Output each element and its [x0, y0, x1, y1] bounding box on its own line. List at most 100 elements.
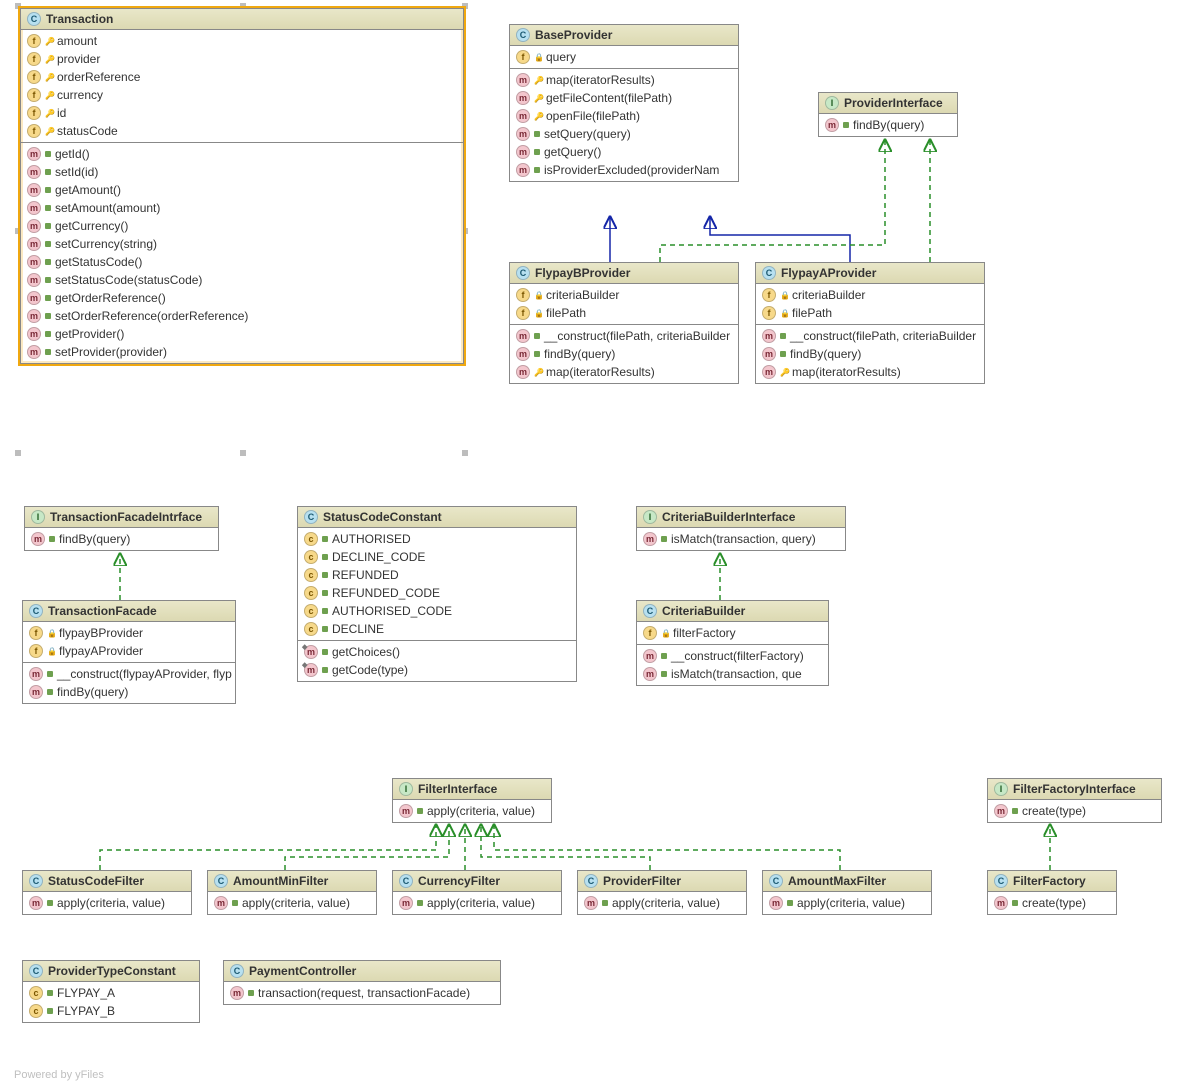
method-icon: m [27, 219, 41, 233]
field-row: f🔑id [21, 104, 463, 122]
constant-icon: c [304, 532, 318, 546]
class-title: FilterInterface [418, 782, 497, 796]
lock-icon: 🔒 [47, 629, 55, 637]
field-list: f🔑amount f🔑provider f🔑orderReference f🔑c… [21, 30, 463, 142]
field-row: f🔑amount [21, 32, 463, 50]
method-row: msetProvider(provider) [21, 343, 463, 361]
field-icon: f [516, 306, 530, 320]
public-icon [322, 608, 328, 614]
class-title: ProviderFilter [603, 874, 681, 888]
class-provider-filter[interactable]: CProviderFilter mapply(criteria, value) [577, 870, 747, 915]
class-icon: C [214, 874, 228, 888]
method-icon: m [516, 329, 530, 343]
method-icon: m [516, 163, 530, 177]
class-amount-min-filter[interactable]: CAmountMinFilter mapply(criteria, value) [207, 870, 377, 915]
constant-icon: c [29, 986, 43, 1000]
public-icon [780, 351, 786, 357]
interface-transaction-facade[interactable]: ITransactionFacadeIntrface mfindBy(query… [24, 506, 219, 551]
public-icon [661, 653, 667, 659]
field-icon: f [27, 124, 41, 138]
interface-criteria-builder[interactable]: ICriteriaBuilderInterface misMatch(trans… [636, 506, 846, 551]
public-icon [322, 536, 328, 542]
class-criteria-builder[interactable]: CCriteriaBuilder f🔒filterFactory m__cons… [636, 600, 829, 686]
field-row: f🔑orderReference [21, 68, 463, 86]
class-title: FilterFactory [1013, 874, 1086, 888]
method-icon: m [27, 255, 41, 269]
public-icon [49, 536, 55, 542]
lock-icon: 🔒 [534, 53, 542, 61]
key-icon: 🔑 [45, 127, 53, 135]
class-title: CriteriaBuilder [662, 604, 745, 618]
public-icon [780, 333, 786, 339]
public-icon [45, 295, 51, 301]
field-row: f🔑provider [21, 50, 463, 68]
class-base-provider[interactable]: CBaseProvider f🔒query m🔑map(iteratorResu… [509, 24, 739, 182]
interface-provider-interface[interactable]: IProviderInterface mfindBy(query) [818, 92, 958, 137]
lock-icon: 🔒 [780, 309, 788, 317]
public-icon [787, 900, 793, 906]
interface-filter[interactable]: IFilterInterface mapply(criteria, value) [392, 778, 552, 823]
class-icon: C [516, 28, 530, 42]
class-filter-factory[interactable]: CFilterFactory mcreate(type) [987, 870, 1117, 915]
key-icon: 🔑 [45, 73, 53, 81]
public-icon [47, 689, 53, 695]
interface-icon: I [31, 510, 45, 524]
class-flypay-a-provider[interactable]: CFlypayAProvider f🔒criteriaBuilder f🔒fil… [755, 262, 985, 384]
method-icon: m [994, 804, 1008, 818]
key-icon: 🔑 [534, 94, 542, 102]
class-transaction-facade[interactable]: CTransactionFacade f🔒flypayBProvider f🔒f… [22, 600, 236, 704]
key-icon: 🔑 [534, 368, 542, 376]
public-icon [534, 131, 540, 137]
class-payment-controller[interactable]: CPaymentController mtransaction(request,… [223, 960, 501, 1005]
interface-icon: I [994, 782, 1008, 796]
uml-canvas[interactable]: CTransaction f🔑amount f🔑provider f🔑order… [0, 0, 1179, 1085]
selection-handle [15, 450, 21, 456]
class-title: FlypayAProvider [781, 266, 876, 280]
class-icon: C [762, 266, 776, 280]
method-row: mgetAmount() [21, 181, 463, 199]
method-icon: m [762, 365, 776, 379]
class-status-code-constant[interactable]: CStatusCodeConstant cAUTHORISED cDECLINE… [297, 506, 577, 682]
method-icon: m [516, 365, 530, 379]
interface-icon: I [399, 782, 413, 796]
class-currency-filter[interactable]: CCurrencyFilter mapply(criteria, value) [392, 870, 562, 915]
class-provider-type-constant[interactable]: CProviderTypeConstant cFLYPAY_A cFLYPAY_… [22, 960, 200, 1023]
method-list: mgetId() msetId(id) mgetAmount() msetAmo… [21, 142, 463, 363]
class-icon: C [643, 604, 657, 618]
static-method-icon: m◆ [304, 645, 318, 659]
method-row: msetId(id) [21, 163, 463, 181]
method-icon: m [27, 273, 41, 287]
footer-watermark: Powered by yFiles [14, 1069, 104, 1081]
public-icon [322, 554, 328, 560]
class-flypay-b-provider[interactable]: CFlypayBProvider f🔒criteriaBuilder f🔒fil… [509, 262, 739, 384]
class-transaction[interactable]: CTransaction f🔑amount f🔑provider f🔑order… [20, 8, 464, 364]
field-icon: f [29, 644, 43, 658]
public-icon [534, 149, 540, 155]
key-icon: 🔑 [45, 37, 53, 45]
public-icon [534, 333, 540, 339]
public-icon [47, 900, 53, 906]
method-row: mgetProvider() [21, 325, 463, 343]
method-icon: m [584, 896, 598, 910]
class-icon: C [516, 266, 530, 280]
field-icon: f [516, 50, 530, 64]
public-icon [322, 590, 328, 596]
class-title: StatusCodeFilter [48, 874, 144, 888]
interface-filter-factory[interactable]: IFilterFactoryInterface mcreate(type) [987, 778, 1162, 823]
class-amount-max-filter[interactable]: CAmountMaxFilter mapply(criteria, value) [762, 870, 932, 915]
class-title: StatusCodeConstant [323, 510, 442, 524]
method-icon: m [27, 183, 41, 197]
selection-handle [240, 450, 246, 456]
constant-icon: c [304, 550, 318, 564]
interface-icon: I [643, 510, 657, 524]
field-icon: f [27, 106, 41, 120]
class-title: TransactionFacadeIntrface [50, 510, 202, 524]
public-icon [45, 331, 51, 337]
public-icon [45, 223, 51, 229]
method-icon: m [516, 109, 530, 123]
public-icon [45, 259, 51, 265]
class-title: ProviderTypeConstant [48, 964, 176, 978]
class-status-code-filter[interactable]: CStatusCodeFilter mapply(criteria, value… [22, 870, 192, 915]
class-icon: C [584, 874, 598, 888]
field-icon: f [516, 288, 530, 302]
